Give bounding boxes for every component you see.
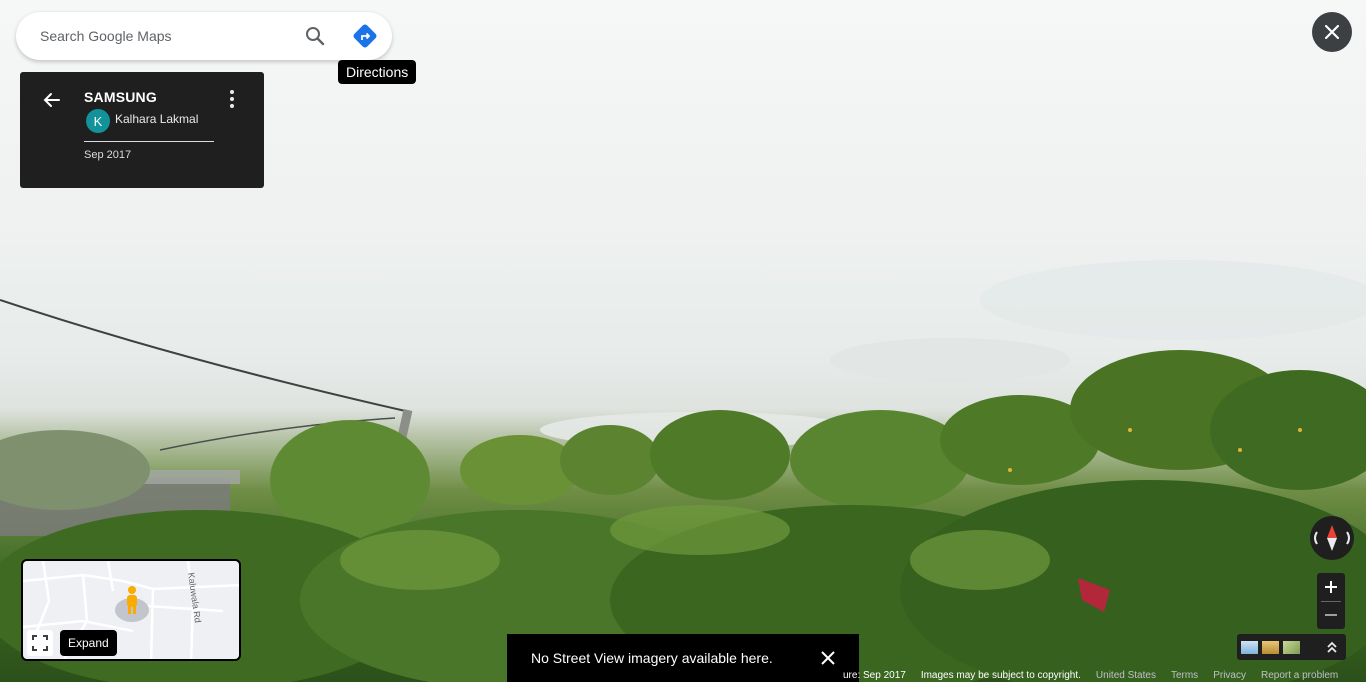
minus-icon: [1325, 614, 1337, 616]
more-options-button[interactable]: [220, 87, 244, 111]
author-link[interactable]: Kalhara Lakmal: [115, 112, 198, 126]
close-street-view-button[interactable]: [1312, 12, 1352, 52]
search-button[interactable]: [300, 21, 330, 51]
layer-thumbnail-field[interactable]: [1262, 641, 1279, 654]
directions-button[interactable]: [350, 21, 380, 51]
expand-layers-button[interactable]: [1324, 639, 1340, 655]
zoom-controls: [1317, 573, 1345, 629]
close-icon: [1324, 24, 1340, 40]
arrow-back-icon: [43, 93, 60, 107]
back-button[interactable]: [40, 88, 64, 112]
expand-tooltip: Expand: [60, 630, 117, 656]
layer-thumbnail-map[interactable]: [1283, 641, 1300, 654]
country-link[interactable]: United States: [1096, 670, 1156, 681]
avatar[interactable]: K: [86, 109, 110, 133]
zoom-out-button[interactable]: [1317, 601, 1345, 629]
minimap[interactable]: Kaluwala Rd: [21, 559, 241, 661]
directions-tooltip: Directions: [338, 60, 417, 84]
toast-message: No Street View imagery available here.: [531, 650, 773, 666]
double-chevron-up-icon: [1327, 641, 1337, 653]
photo-info-card: SAMSUNG K Kalhara Lakmal Sep 2017: [20, 72, 264, 188]
compass-button[interactable]: [1310, 516, 1354, 560]
privacy-link[interactable]: Privacy: [1213, 670, 1246, 681]
place-title: SAMSUNG: [84, 89, 157, 105]
more-vert-icon: [230, 90, 234, 108]
report-problem-link[interactable]: Report a problem: [1261, 670, 1338, 681]
expand-minimap-button[interactable]: [27, 630, 53, 656]
fullscreen-icon: [32, 635, 48, 651]
search-box: [16, 12, 392, 60]
search-input[interactable]: [40, 12, 290, 60]
plus-icon: [1325, 581, 1337, 593]
dismiss-toast-button[interactable]: [819, 649, 837, 667]
layers-strip: [1237, 634, 1346, 660]
close-icon: [821, 651, 835, 665]
capture-date-footer: ure: Sep 2017: [843, 669, 906, 681]
capture-date: Sep 2017: [84, 149, 132, 161]
layer-thumbnail-sky[interactable]: [1241, 641, 1258, 654]
road-label: Kaluwala Rd: [186, 572, 203, 623]
no-imagery-toast: No Street View imagery available here.: [507, 634, 859, 682]
copyright-notice: Images may be subject to copyright.: [920, 669, 1081, 681]
divider: [84, 141, 214, 142]
compass-icon: [1314, 525, 1350, 551]
directions-icon: [353, 24, 377, 48]
map-footer: ure: Sep 2017 Images may be subject to c…: [843, 668, 1353, 682]
terms-link[interactable]: Terms: [1171, 670, 1198, 681]
search-icon: [306, 27, 325, 46]
zoom-in-button[interactable]: [1317, 573, 1345, 601]
